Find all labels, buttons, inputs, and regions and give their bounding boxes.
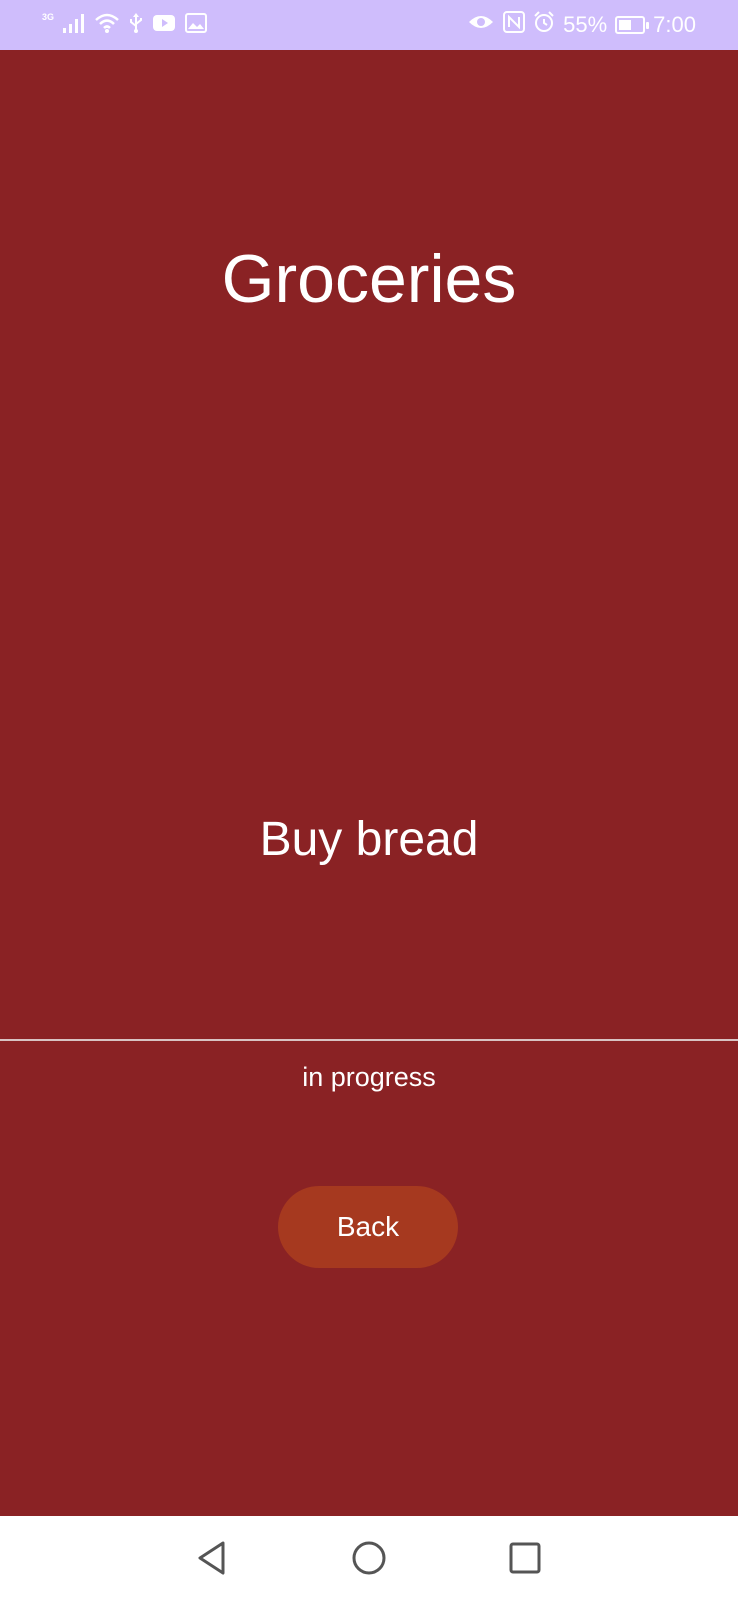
battery-charging-icon: [615, 16, 650, 34]
gallery-icon: [184, 12, 208, 39]
wifi-icon: [94, 12, 120, 39]
signal-icon: [62, 12, 86, 39]
divider: [0, 1039, 738, 1041]
recents-square-icon[interactable]: [503, 1536, 547, 1580]
nfc-icon: [503, 11, 526, 39]
youtube-icon: [152, 13, 176, 38]
page-title: Groceries: [221, 241, 517, 317]
back-triangle-icon[interactable]: [190, 1536, 234, 1580]
status-bar-right: 55% 7:00: [467, 11, 696, 39]
clock: 7:00: [653, 12, 696, 37]
home-circle-icon[interactable]: [347, 1536, 391, 1580]
battery-level-fill: [619, 20, 632, 30]
usb-icon: [128, 12, 144, 39]
back-button[interactable]: Back: [278, 1186, 458, 1268]
eye-icon: [467, 12, 495, 38]
battery-percent: 55%: [563, 12, 608, 37]
network-type-label: 3G: [42, 12, 55, 22]
alarm-icon: [533, 11, 555, 39]
system-nav-bar: [0, 1516, 738, 1600]
task-name: Buy bread: [259, 813, 479, 866]
status-bar: 3G 55% 7:00: [0, 0, 738, 50]
task-status: in progress: [302, 1062, 436, 1092]
status-bar-left: 3G: [42, 12, 208, 38]
